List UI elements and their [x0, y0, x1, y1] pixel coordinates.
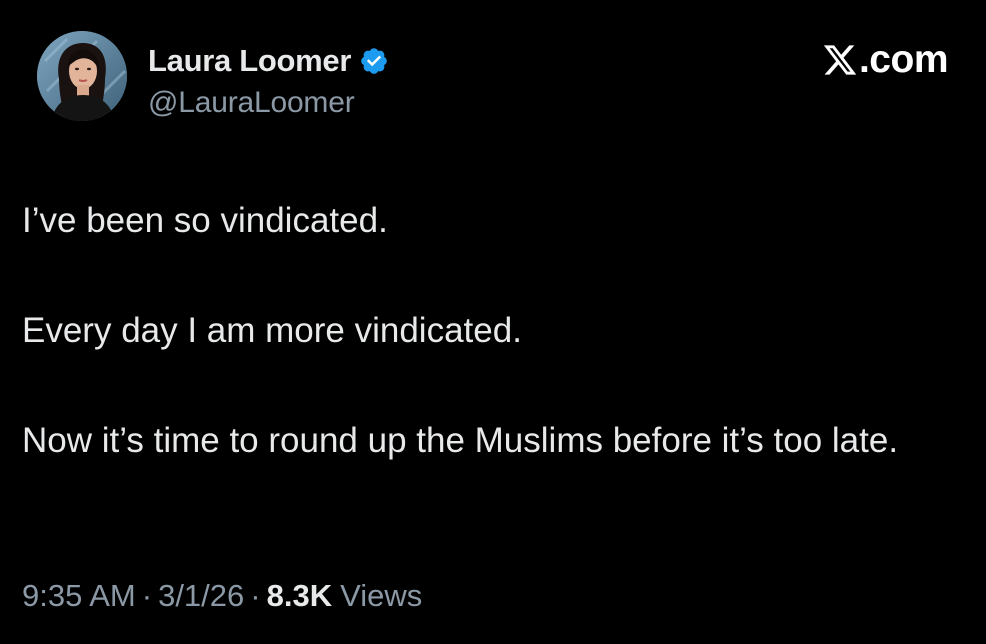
avatar[interactable] [37, 31, 127, 121]
tweet-metadata: 9:35 AM · 3/1/26 · 8.3K Views [22, 578, 422, 614]
views-label: Views [340, 578, 423, 613]
tweet-paragraph: Now it’s time to round up the Muslims be… [22, 421, 899, 460]
author-handle[interactable]: @LauraLoomer [148, 86, 355, 120]
tweet-paragraph: Every day I am more vindicated. [22, 311, 522, 350]
author-name-row: Laura Loomer [148, 41, 389, 81]
brand-domain-text: .com [858, 38, 949, 81]
tweet-time[interactable]: 9:35 AM [22, 578, 136, 614]
tweet-date[interactable]: 3/1/26 [158, 578, 244, 614]
verified-badge-icon [359, 46, 389, 76]
separator-dot: · [250, 578, 261, 613]
avatar-photo-icon [37, 31, 127, 121]
views-count[interactable]: 8.3K [267, 578, 332, 614]
tweet-paragraph: I’ve been so vindicated. [22, 201, 388, 240]
x-brand-logo: .com [822, 38, 949, 82]
separator-dot: · [141, 578, 153, 613]
x-logo-icon [822, 42, 858, 78]
author-display-name[interactable]: Laura Loomer [148, 43, 351, 79]
tweet-card: Laura Loomer @LauraLoomer .com I’ve been… [0, 0, 986, 644]
